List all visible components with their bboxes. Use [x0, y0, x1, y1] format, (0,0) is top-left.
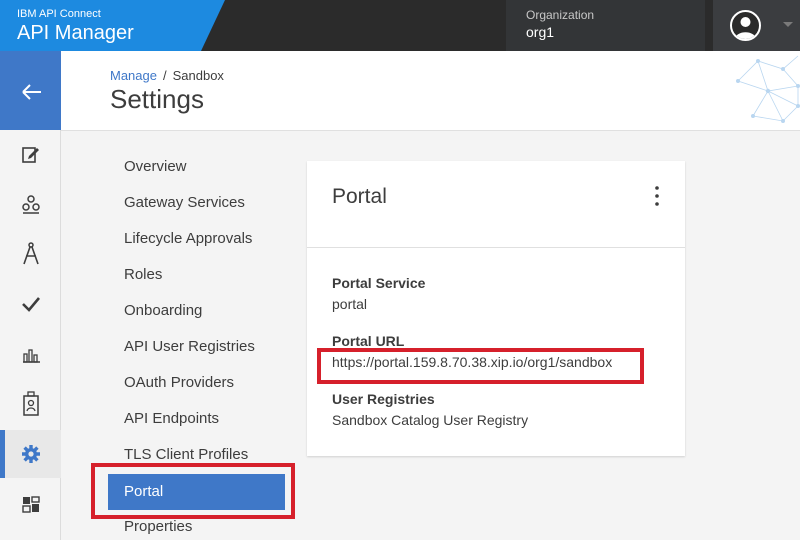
rail-item-dashboard[interactable]	[0, 480, 61, 528]
rail-item-compass[interactable]	[0, 230, 61, 278]
organization-label: Organization	[526, 8, 595, 22]
dashboard-icon	[21, 496, 40, 513]
community-icon	[21, 195, 40, 214]
user-menu[interactable]	[713, 0, 800, 51]
rail-item-approvals[interactable]	[0, 280, 61, 328]
portal-card: Portal Portal Service portal Portal URL …	[307, 161, 685, 456]
network-decoration-icon	[736, 55, 800, 123]
chevron-down-icon	[783, 22, 793, 27]
card-divider	[307, 247, 685, 248]
left-rail	[0, 51, 61, 540]
gear-icon	[21, 445, 40, 463]
portal-service-value: portal	[332, 296, 368, 312]
app-title: API Manager	[17, 22, 134, 44]
rail-item-settings[interactable]	[0, 430, 61, 478]
portal-url-highlight	[317, 348, 644, 384]
brand-subtitle: IBM API Connect	[17, 8, 101, 20]
nav-item-onboarding[interactable]: Onboarding	[108, 293, 285, 329]
back-button[interactable]	[0, 51, 61, 130]
user-avatar-icon	[730, 10, 761, 41]
brand[interactable]: IBM API Connect API Manager	[0, 0, 225, 51]
compass-icon	[22, 242, 39, 265]
page-title: Settings	[110, 84, 204, 114]
rail-item-members[interactable]	[0, 380, 61, 428]
rail-item-develop[interactable]	[0, 130, 61, 178]
nav-item-api-endpoints[interactable]: API Endpoints	[108, 401, 285, 437]
organization-value: org1	[526, 24, 555, 40]
rail-item-community[interactable]	[0, 180, 61, 228]
portal-service-label: Portal Service	[332, 275, 426, 291]
portal-nav-highlight	[91, 463, 295, 519]
nav-item-roles[interactable]: Roles	[108, 257, 285, 293]
nav-item-gateway-services[interactable]: Gateway Services	[108, 185, 285, 221]
top-bar: IBM API Connect API Manager Organization…	[0, 0, 800, 51]
nav-item-overview[interactable]: Overview	[108, 149, 285, 185]
id-badge-icon	[22, 391, 39, 416]
user-registries-label: User Registries	[332, 391, 435, 407]
nav-item-oauth-providers[interactable]: OAuth Providers	[108, 365, 285, 401]
overflow-menu-icon[interactable]	[655, 186, 659, 206]
portal-url-label: Portal URL	[332, 333, 405, 349]
analytics-icon	[22, 349, 40, 363]
checkmark-icon	[21, 297, 40, 312]
page-header: Manage / Sandbox Settings	[61, 51, 800, 131]
card-title: Portal	[332, 185, 387, 208]
edit-icon	[21, 147, 39, 163]
breadcrumb-separator: /	[162, 68, 167, 83]
user-registries-value: Sandbox Catalog User Registry	[332, 412, 529, 428]
breadcrumb: Manage / Sandbox	[110, 68, 224, 83]
rail-item-analytics[interactable]	[0, 330, 61, 378]
breadcrumb-current: Sandbox	[172, 68, 224, 83]
breadcrumb-manage-link[interactable]: Manage	[110, 68, 157, 83]
nav-item-lifecycle-approvals[interactable]: Lifecycle Approvals	[108, 221, 285, 257]
back-arrow-icon	[22, 84, 41, 100]
nav-item-api-user-registries[interactable]: API User Registries	[108, 329, 285, 365]
organization-selector[interactable]: Organization org1	[506, 0, 705, 51]
